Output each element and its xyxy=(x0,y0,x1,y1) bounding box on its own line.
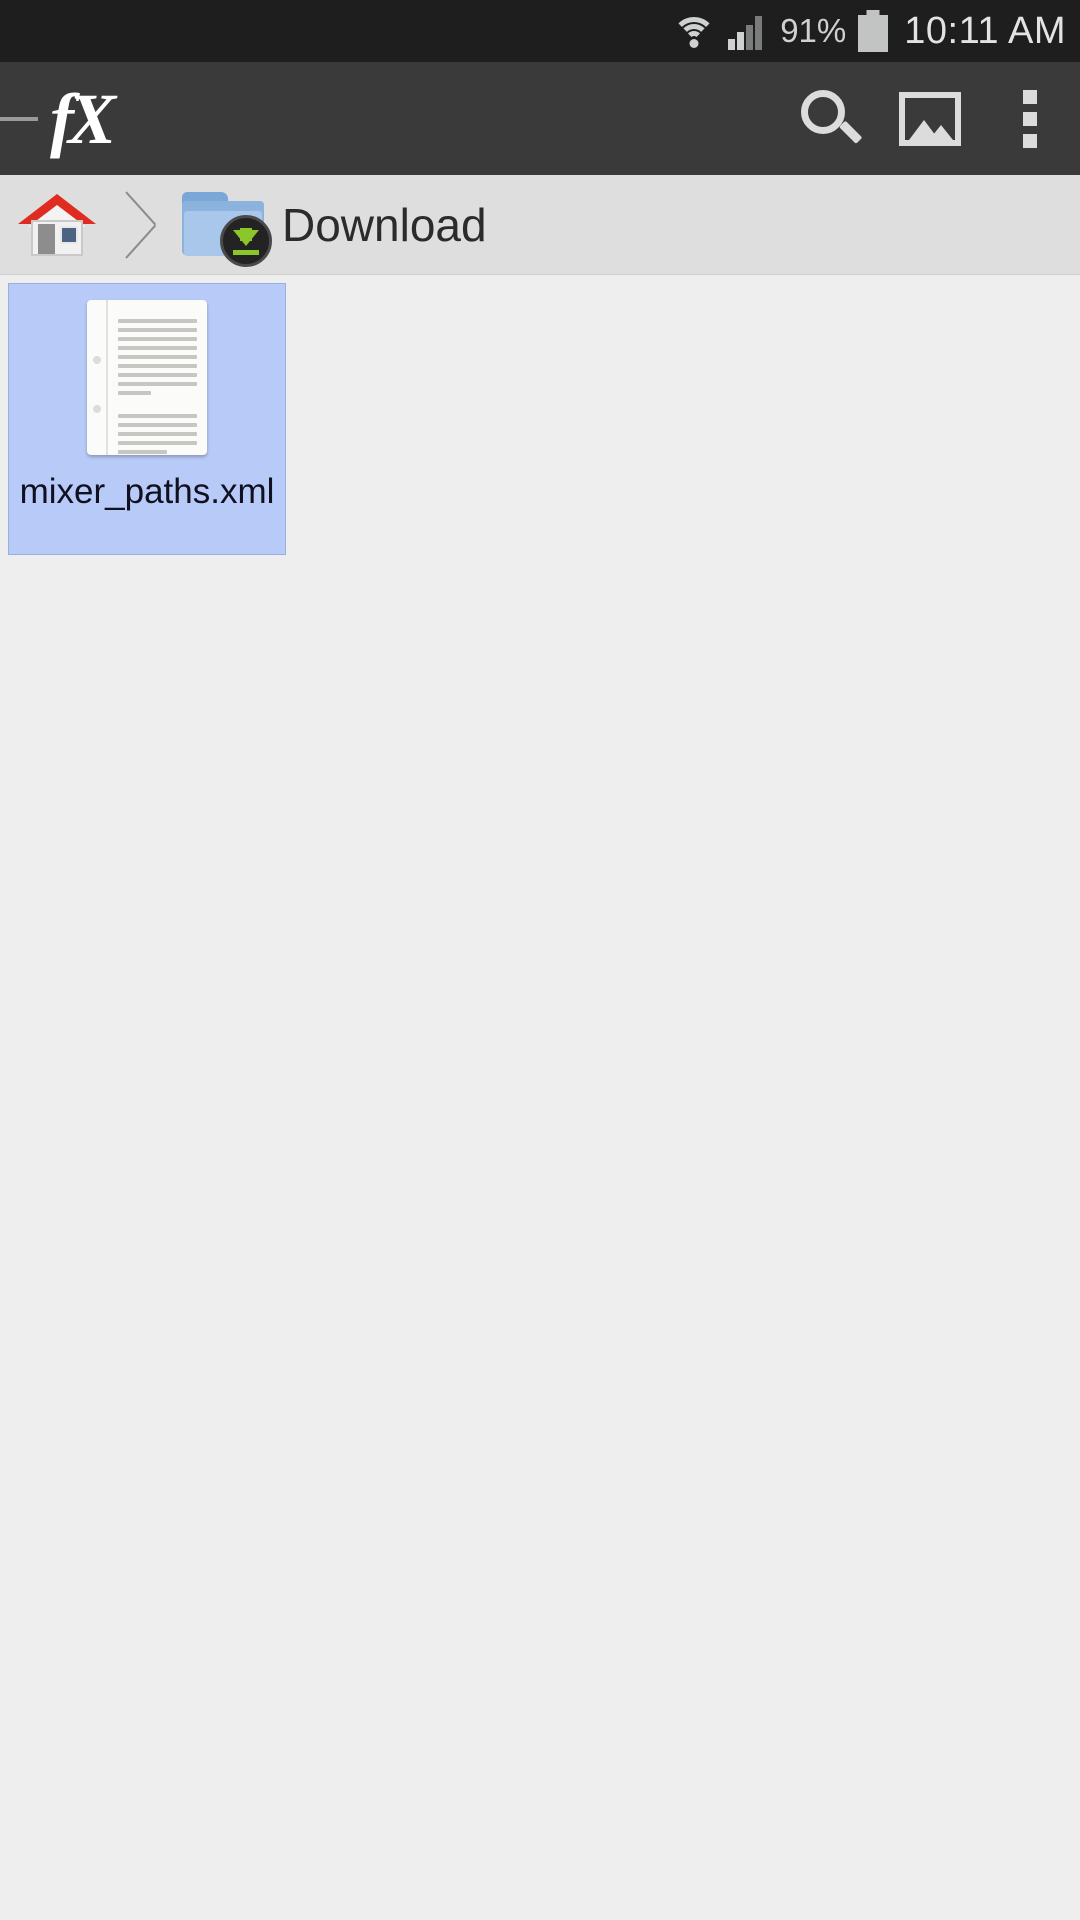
file-grid: mixer_paths.xml xyxy=(8,283,1072,555)
text-document-icon xyxy=(87,300,207,455)
app-logo[interactable]: fX xyxy=(50,83,116,155)
wifi-icon xyxy=(672,13,717,50)
app-bar: fX xyxy=(0,62,1080,175)
file-list-area: mixer_paths.xml xyxy=(0,275,1080,1919)
breadcrumb-item-home[interactable] xyxy=(0,175,118,274)
breadcrumb-label: Download xyxy=(282,198,487,251)
battery-icon xyxy=(858,10,889,52)
status-bar: 91% 10:11 AM xyxy=(0,0,1080,62)
breadcrumb: Download xyxy=(0,175,1080,275)
chevron-right-icon xyxy=(118,175,174,275)
overflow-menu-button[interactable] xyxy=(980,62,1080,175)
clock-time: 10:11 AM xyxy=(904,9,1066,52)
cellular-signal-icon xyxy=(728,12,768,50)
home-icon xyxy=(18,193,96,256)
search-icon xyxy=(801,89,863,148)
breadcrumb-item-download[interactable]: Download xyxy=(174,175,487,274)
file-tile[interactable]: mixer_paths.xml xyxy=(8,283,286,555)
image-icon xyxy=(899,91,961,146)
drawer-handle[interactable] xyxy=(0,116,38,121)
file-name-label: mixer_paths.xml xyxy=(19,472,275,511)
overflow-menu-icon xyxy=(1023,89,1037,148)
image-button[interactable] xyxy=(880,62,980,175)
search-button[interactable] xyxy=(780,62,880,175)
battery-percentage: 91% xyxy=(780,12,847,49)
folder-download-icon xyxy=(182,191,272,267)
app-bar-actions xyxy=(780,62,1080,175)
